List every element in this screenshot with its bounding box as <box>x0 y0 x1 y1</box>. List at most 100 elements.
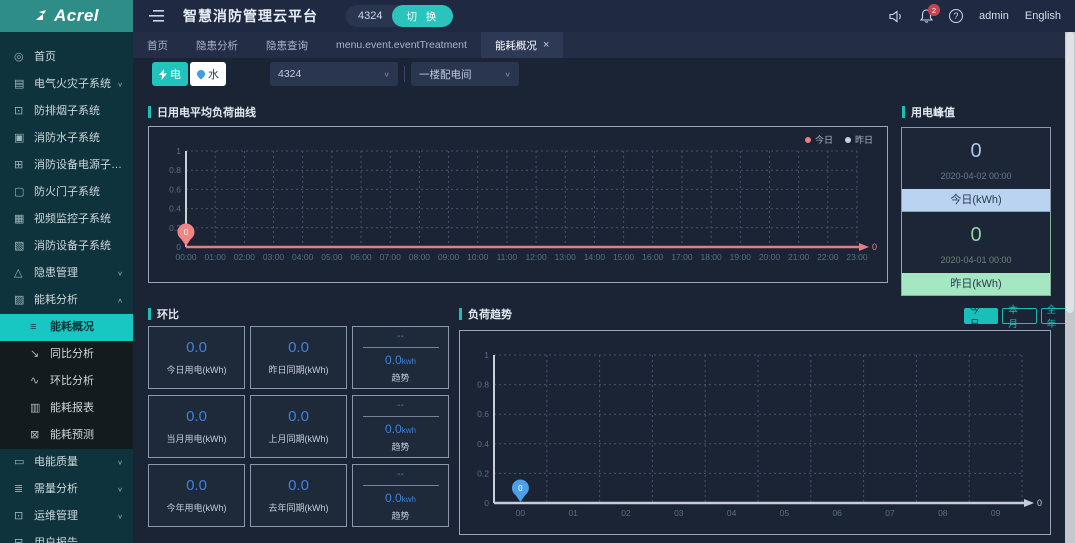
sidebar-item[interactable]: ▧ 消防设备子系统 <box>0 233 133 260</box>
svg-text:14:00: 14:00 <box>584 252 606 262</box>
sidebar-item-label: 能耗报表 <box>50 395 123 422</box>
sidebar-subitem[interactable]: ▥能耗报表 <box>0 395 133 422</box>
help-icon[interactable]: ? <box>949 9 963 23</box>
collapse-menu-icon[interactable] <box>149 9 165 23</box>
svg-text:0.6: 0.6 <box>169 184 181 194</box>
sidebar-item-label: 消防设备电源子系统 <box>34 152 123 179</box>
home-icon: ◎ <box>14 44 27 71</box>
legend-dot <box>805 137 811 143</box>
chevron-down-icon: ∨ <box>117 263 123 285</box>
trend-card: --0.0kwh趋势 <box>352 326 449 389</box>
language-switch[interactable]: English <box>1025 10 1061 22</box>
sidebar-subitem[interactable]: ≡能耗概况 <box>0 314 133 341</box>
water-drop-icon <box>195 68 206 79</box>
svg-text:21:00: 21:00 <box>788 252 810 262</box>
peak-title: 用电峰值 <box>902 104 955 120</box>
sidebar-item[interactable]: ▨能耗分析∧ <box>0 287 133 314</box>
svg-text:0: 0 <box>484 498 489 508</box>
sidebar-subitem[interactable]: ⊠能耗预测 <box>0 422 133 449</box>
svg-text:08:00: 08:00 <box>409 252 431 262</box>
daily-curve-title: 日用电平均负荷曲线 <box>148 104 256 120</box>
range-month-button[interactable]: 本 月 <box>1002 308 1036 324</box>
tab-home[interactable]: 首页 <box>133 32 182 58</box>
sidebar-item[interactable]: ▦视频监控子系统 <box>0 206 133 233</box>
svg-text:01: 01 <box>568 508 578 518</box>
device-select[interactable]: 4324∨ <box>270 62 398 86</box>
sidebar-item-label: 首页 <box>34 44 123 71</box>
fire-equipment-icon: ▧ <box>14 233 27 260</box>
sidebar-item[interactable]: ▭电能质量∨ <box>0 449 133 476</box>
svg-text:03: 03 <box>674 508 684 518</box>
trend-range-buttons: 今 日 本 月 全 年 <box>964 308 1075 324</box>
vertical-scrollbar[interactable] <box>1065 32 1075 543</box>
sidebar-item-label: 能耗预测 <box>50 422 123 449</box>
sidebar-item-label: 用户报告 <box>34 530 123 543</box>
electrical-fire-icon: ▤ <box>14 71 27 98</box>
sidebar-item[interactable]: ◎ 首页 <box>0 44 133 71</box>
filter-row: 电 水 4324∨ 一楼配电间∨ <box>152 62 519 86</box>
stat-card: 0.0上月同期(kWh) <box>250 395 347 458</box>
svg-text:06:00: 06:00 <box>350 252 372 262</box>
daily-load-chart: 今日 昨日 00.20.40.60.8100:0001:0002:0003:00… <box>148 126 888 283</box>
water-toggle-button[interactable]: 水 <box>190 62 226 86</box>
switch-button[interactable]: 切 换 <box>392 5 453 27</box>
tab-hazard-query[interactable]: 隐患查询 <box>252 32 322 58</box>
svg-text:02:00: 02:00 <box>234 252 256 262</box>
energy-analysis-icon: ▨ <box>14 287 27 314</box>
sidebar-item-label: 消防水子系统 <box>34 125 123 152</box>
svg-text:15:00: 15:00 <box>613 252 635 262</box>
title-accent-bar <box>148 106 151 118</box>
electric-toggle-button[interactable]: 电 <box>152 62 188 86</box>
lightning-icon <box>159 69 167 80</box>
video-monitor-icon: ▦ <box>14 206 27 233</box>
legend-yesterday[interactable]: 昨日 <box>845 133 873 146</box>
svg-text:0.4: 0.4 <box>169 204 181 214</box>
user-menu[interactable]: admin <box>979 10 1009 22</box>
svg-text:0.6: 0.6 <box>477 409 489 419</box>
sidebar-menu: ◎ 首页▤电气火灾子系统∨⊡防排烟子系统▣ 消防水子系统⊞消防设备电源子系统▢防火门… <box>0 32 133 543</box>
sidebar-item[interactable]: ⊞消防设备电源子系统 <box>0 152 133 179</box>
peak-label: 今日(kWh) <box>902 189 1050 211</box>
sidebar-item[interactable]: ⊟用户报告 <box>0 530 133 543</box>
tab-energy-overview[interactable]: 能耗概况 × <box>481 32 563 58</box>
sidebar-subitem[interactable]: ↘同比分析 <box>0 341 133 368</box>
scrollbar-thumb[interactable] <box>1066 32 1074 313</box>
brand-name: Acrel <box>54 6 99 26</box>
ring-comparison-grid: 0.0今日用电(kWh)0.0昨日同期(kWh)--0.0kwh趋势0.0当月用… <box>148 326 449 527</box>
demand-analysis-icon: ≣ <box>14 476 27 503</box>
range-today-button[interactable]: 今 日 <box>964 308 998 324</box>
sidebar-item[interactable]: ▣ 消防水子系统 <box>0 125 133 152</box>
stat-card: 0.0昨日同期(kWh) <box>250 326 347 389</box>
room-select[interactable]: 一楼配电间∨ <box>411 62 519 86</box>
sidebar-item[interactable]: ▢防火门子系统 <box>0 179 133 206</box>
sidebar-item-label: 消防设备子系统 <box>34 233 123 260</box>
acrel-logo-icon <box>34 9 50 23</box>
sidebar-item[interactable]: ≣需量分析∨ <box>0 476 133 503</box>
mom-analysis-icon: ∿ <box>30 368 43 395</box>
trend-card: --0.0kwh趋势 <box>352 395 449 458</box>
tab-hazard-analysis[interactable]: 隐患分析 <box>182 32 252 58</box>
sidebar-item[interactable]: ⊡防排烟子系统 <box>0 98 133 125</box>
tab-close-icon[interactable]: × <box>543 39 549 51</box>
svg-text:07:00: 07:00 <box>380 252 402 262</box>
sidebar-item[interactable]: ⊡运维管理∨ <box>0 503 133 530</box>
svg-text:18:00: 18:00 <box>700 252 722 262</box>
fire-water-icon: ▣ <box>14 125 27 152</box>
sidebar-subitem[interactable]: ∿环比分析 <box>0 368 133 395</box>
legend-today[interactable]: 今日 <box>805 133 833 146</box>
trend-card: --0.0kwh趋势 <box>352 464 449 527</box>
bell-icon[interactable]: 2 <box>920 9 933 23</box>
svg-text:10:00: 10:00 <box>467 252 489 262</box>
svg-text:00:00: 00:00 <box>175 252 197 262</box>
sidebar-item-label: 能耗分析 <box>34 287 117 314</box>
svg-text:06: 06 <box>832 508 842 518</box>
svg-text:17:00: 17:00 <box>671 252 693 262</box>
sidebar-item[interactable]: △隐患管理∨ <box>0 260 133 287</box>
tab-bar: 首页 隐患分析 隐患查询 menu.event.eventTreatment 能… <box>133 32 1075 58</box>
sidebar-item[interactable]: ▤电气火灾子系统∨ <box>0 71 133 98</box>
svg-text:01:00: 01:00 <box>205 252 227 262</box>
load-trend-chart: 00.20.40.60.810001020304050607080900 <box>459 330 1051 535</box>
svg-text:0: 0 <box>184 228 189 237</box>
tab-event-treatment[interactable]: menu.event.eventTreatment <box>322 32 481 58</box>
speaker-icon[interactable] <box>889 10 904 23</box>
